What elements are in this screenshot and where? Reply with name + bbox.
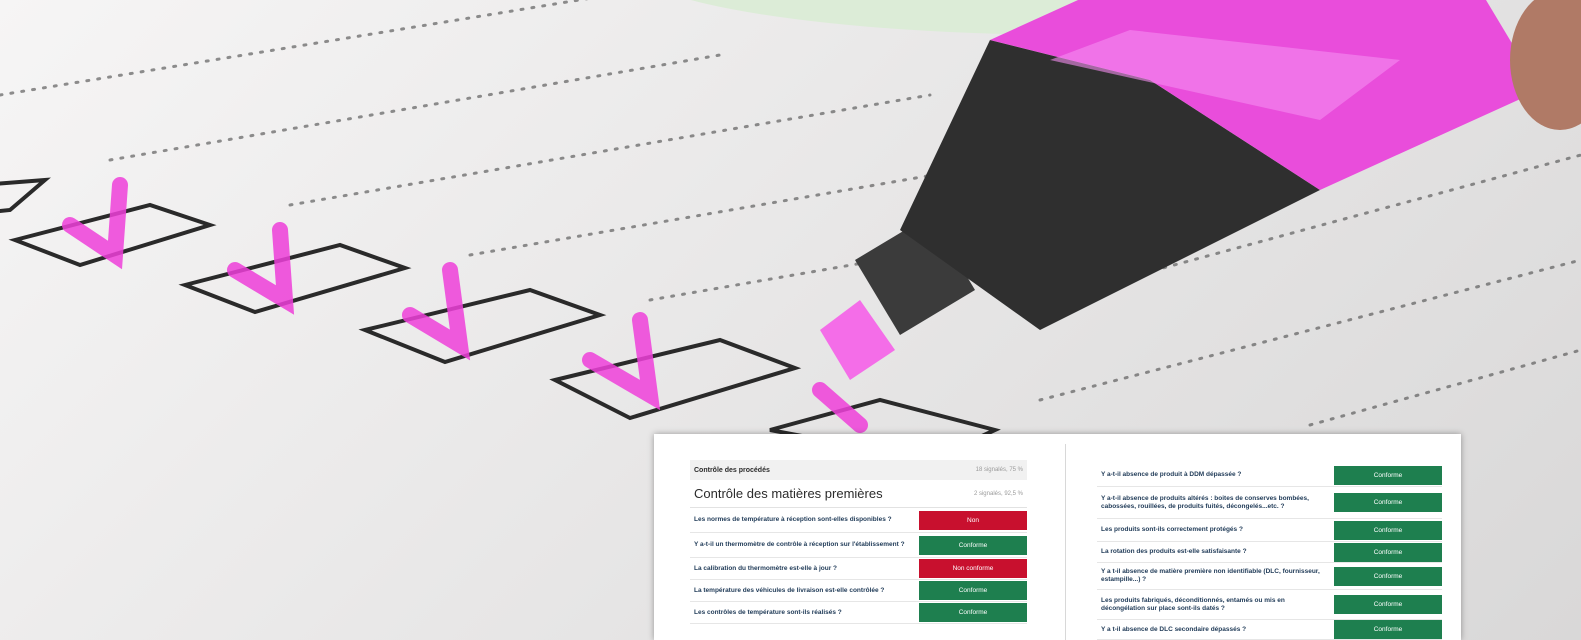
question-text: Y a-t-il un thermomètre de contrôle à ré…: [694, 541, 905, 548]
report-left-column: Contrôle des procédés 18 signalés, 75 % …: [690, 460, 1027, 624]
checklist-row: Y a t-il absence de DLC secondaire dépas…: [1097, 620, 1442, 640]
answer-badge[interactable]: Conforme: [1334, 620, 1442, 639]
question-text: La température des véhicules de livraiso…: [694, 586, 885, 594]
question-text: Les contrôles de température sont-ils ré…: [694, 608, 842, 616]
answer-badge[interactable]: Conforme: [1334, 465, 1442, 485]
answer-badge[interactable]: Conforme: [919, 535, 1027, 555]
section-title-label: Contrôle des matières premières: [694, 486, 883, 501]
answer-badge[interactable]: Non conforme: [919, 559, 1027, 578]
section-title-meta: 2 signalés, 92,5 %: [973, 490, 1023, 497]
answer-badge[interactable]: Conforme: [1334, 542, 1442, 562]
question-text: Les produits sont-ils correctement proté…: [1101, 526, 1243, 533]
checklist-row: La rotation des produits est-elle satisf…: [1097, 542, 1442, 563]
checklist-row: Les normes de température à réception so…: [690, 508, 1027, 533]
question-text: Y a-t-il absence de produit à DDM dépass…: [1101, 471, 1242, 478]
checklist-row: Les produits fabriqués, déconditionnés, …: [1097, 590, 1442, 620]
section-header-meta: 18 signalés, 75 %: [975, 467, 1023, 473]
question-text: Y a-t-il absence de produits altérés : b…: [1101, 494, 1309, 510]
checklist-row: Y a t-il absence de matière première non…: [1097, 563, 1442, 590]
checklist-row: Les contrôles de température sont-ils ré…: [690, 602, 1027, 624]
checklist-row: Y a-t-il absence de produit à DDM dépass…: [1097, 464, 1442, 487]
question-text: Les normes de température à réception so…: [694, 516, 892, 523]
column-divider: [1065, 444, 1066, 640]
checklist-row: Les produits sont-ils correctement proté…: [1097, 519, 1442, 542]
answer-badge[interactable]: Non: [919, 510, 1027, 530]
section-title: Contrôle des matières premières 2 signal…: [690, 480, 1027, 508]
audit-report-card: Contrôle des procédés 18 signalés, 75 % …: [654, 434, 1461, 640]
question-text: La rotation des produits est-elle satisf…: [1101, 548, 1247, 555]
checklist-row: Y a-t-il absence de produits altérés : b…: [1097, 487, 1442, 519]
report-right-column: Y a-t-il absence de produit à DDM dépass…: [1097, 464, 1442, 640]
answer-badge[interactable]: Conforme: [1334, 566, 1442, 586]
question-text: Y a t-il absence de matière première non…: [1101, 568, 1320, 583]
section-header: Contrôle des procédés 18 signalés, 75 %: [690, 460, 1027, 480]
answer-badge[interactable]: Conforme: [919, 581, 1027, 600]
answer-badge[interactable]: Conforme: [1334, 595, 1442, 614]
question-text: La calibration du thermomètre est-elle à…: [694, 564, 838, 572]
question-text: Y a t-il absence de DLC secondaire dépas…: [1101, 625, 1247, 633]
checklist-row: Y a-t-il un thermomètre de contrôle à ré…: [690, 533, 1027, 558]
checklist-row: La température des véhicules de livraiso…: [690, 580, 1027, 602]
checklist-row: La calibration du thermomètre est-elle à…: [690, 558, 1027, 580]
question-text: Les produits fabriqués, déconditionnés, …: [1101, 596, 1285, 612]
answer-badge[interactable]: Conforme: [1334, 520, 1442, 540]
section-header-label: Contrôle des procédés: [694, 466, 770, 474]
answer-badge[interactable]: Conforme: [1334, 493, 1442, 512]
highlighter-icon: [820, 0, 1581, 380]
answer-badge[interactable]: Conforme: [919, 603, 1027, 622]
